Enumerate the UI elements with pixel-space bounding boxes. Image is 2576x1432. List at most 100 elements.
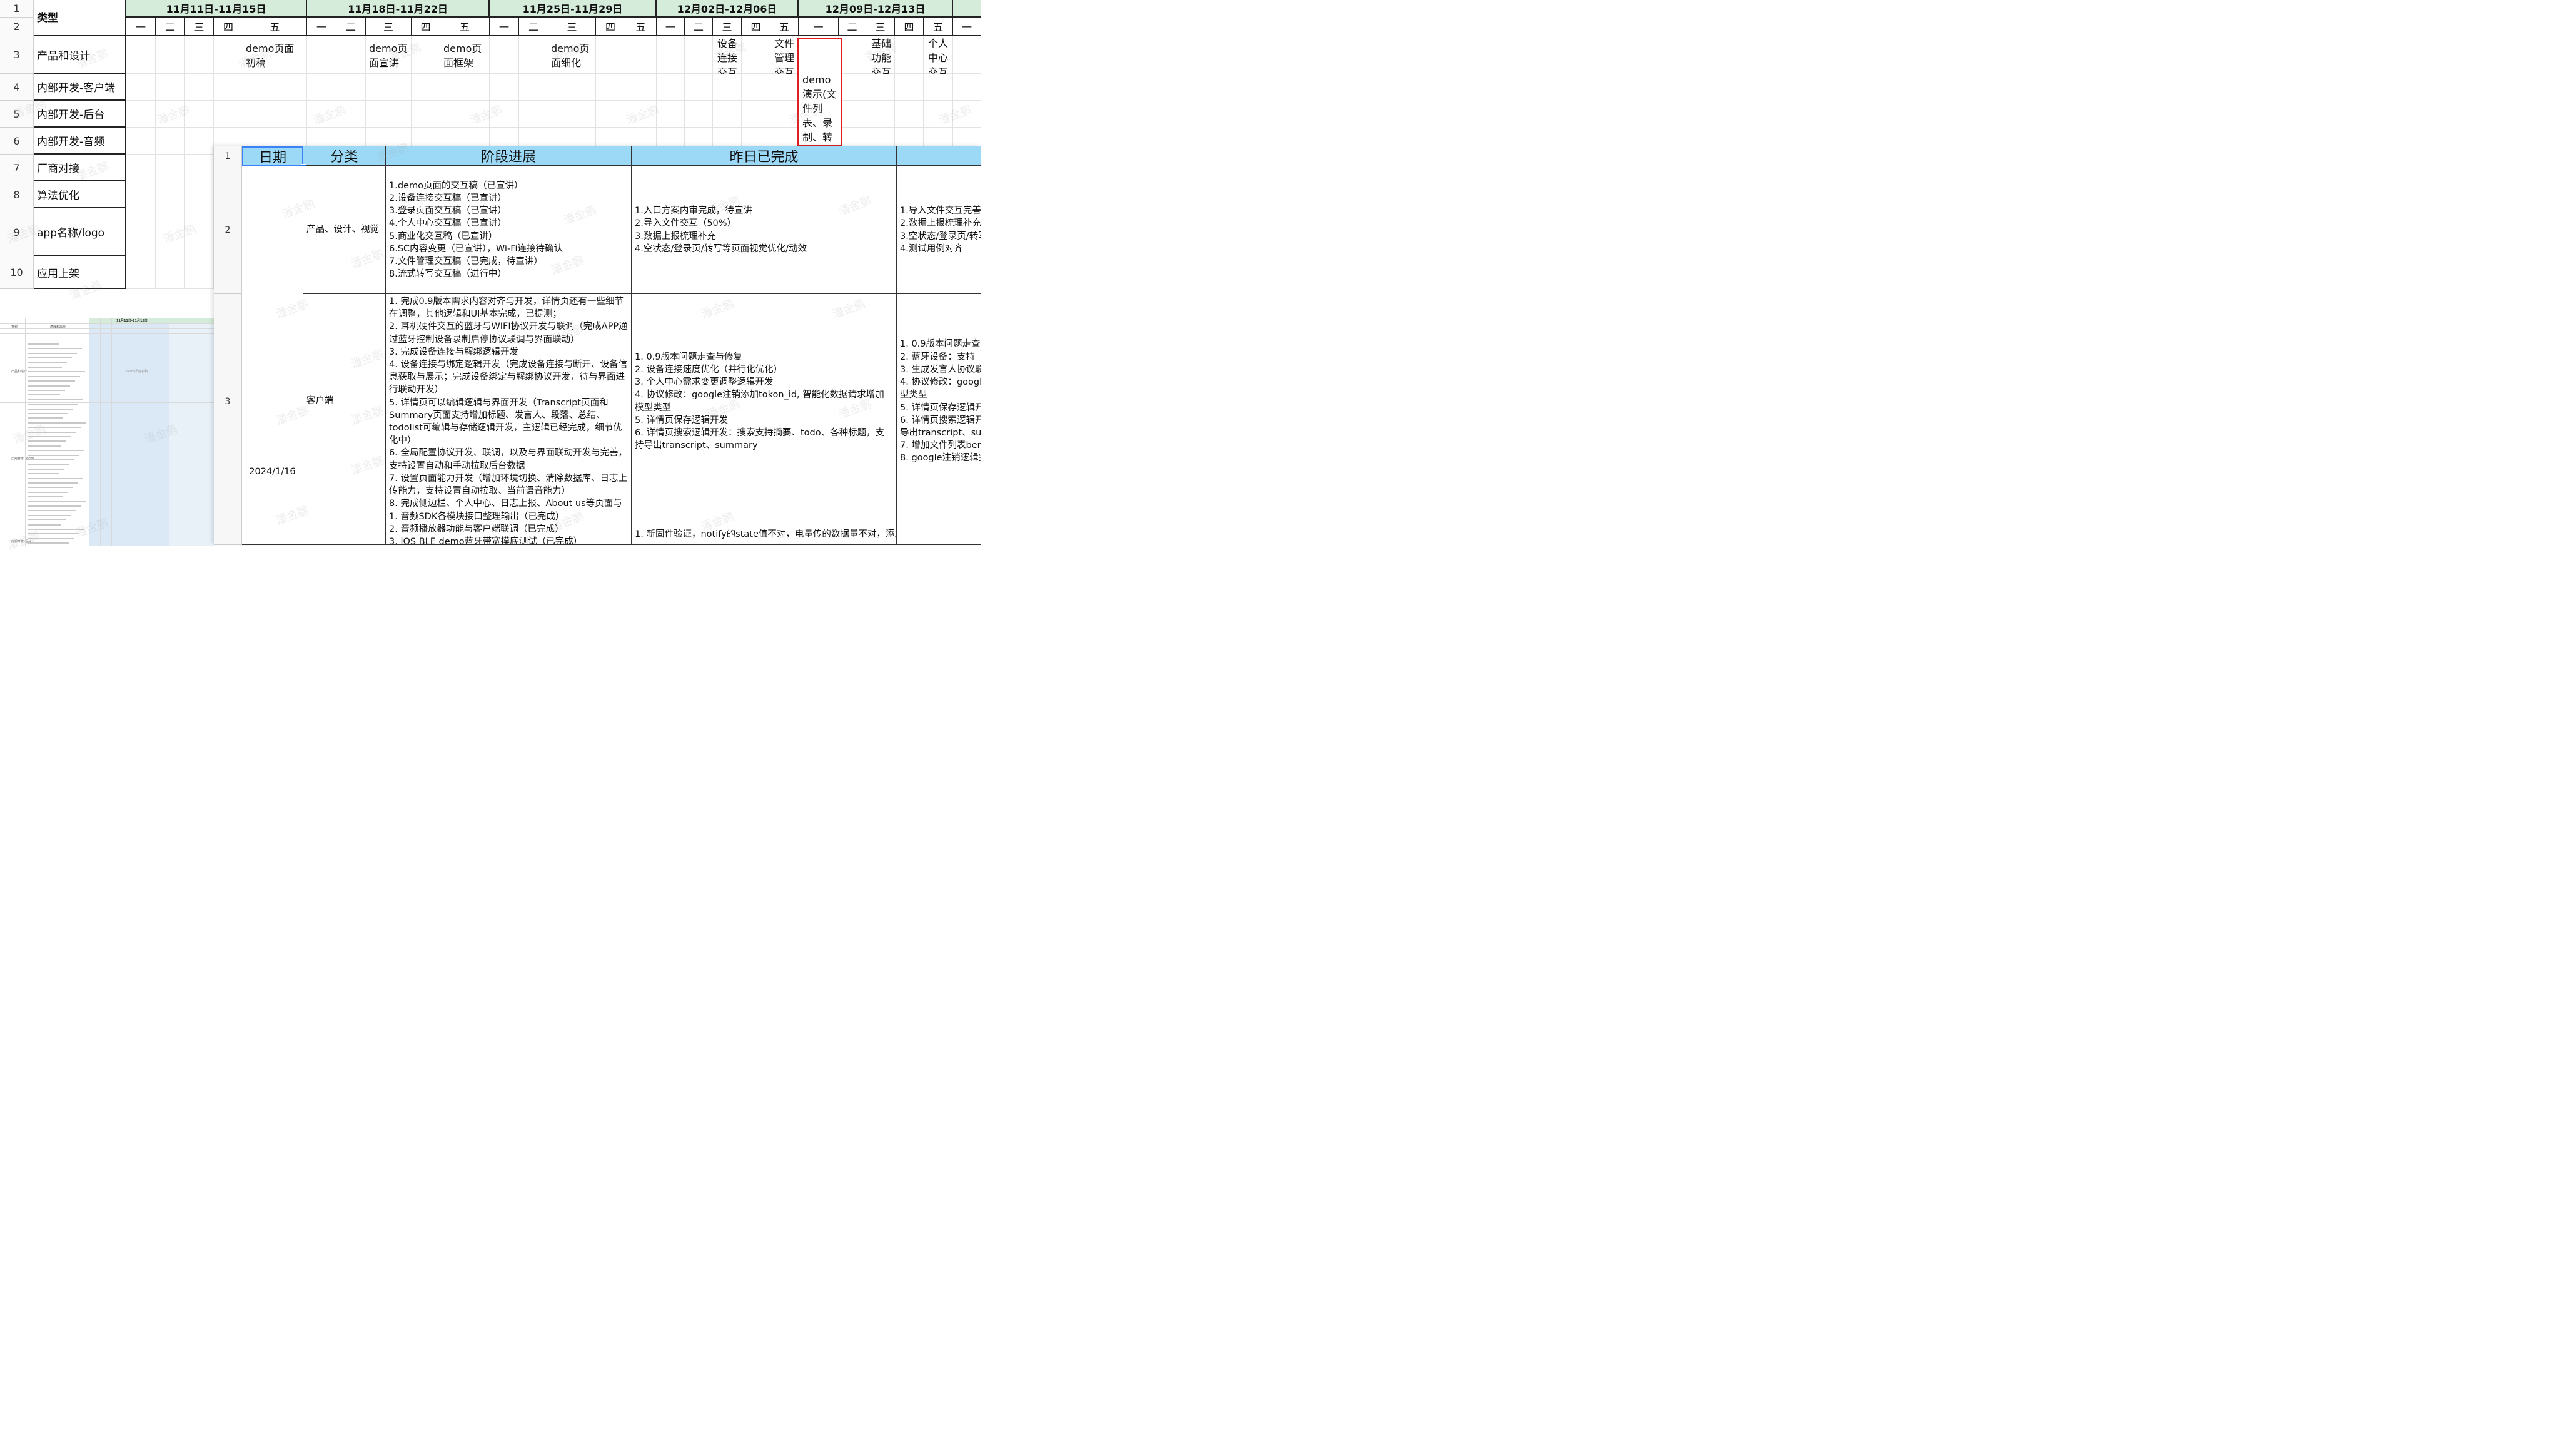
day-header[interactable]: 二 xyxy=(685,18,713,36)
category-cell[interactable]: 内部开发-客户端 xyxy=(34,74,126,101)
thumb-text-line xyxy=(28,510,76,512)
day-header[interactable]: 五 xyxy=(440,18,490,36)
list-line: 5. 详情页保存逻辑开 xyxy=(900,402,981,413)
week-header[interactable]: 11月11日-11月15日 xyxy=(126,0,307,18)
row-header[interactable]: 7 xyxy=(0,155,34,181)
day-header[interactable]: 三 xyxy=(866,18,895,36)
header-date[interactable]: 日期 xyxy=(242,146,303,166)
task-note[interactable]: 个人中心交互 xyxy=(928,36,951,74)
row-header[interactable]: 4 xyxy=(0,74,34,101)
row-header[interactable]: 10 xyxy=(0,256,34,289)
category-cell[interactable]: 产品和设计 xyxy=(34,36,126,74)
list-line: 7.文件管理交互稿（已完成，待宣讲） xyxy=(389,256,543,267)
yesterday-cell[interactable]: 1. 0.9版本问题走查与修复 2. 设备连接速度优化（并行化优化） 3. 个人中心… xyxy=(632,294,897,509)
category-cell[interactable]: 产品、设计、视觉 xyxy=(303,166,386,294)
week-header-partial[interactable] xyxy=(953,0,981,18)
category-cell[interactable] xyxy=(303,509,386,545)
day-header[interactable]: 二 xyxy=(156,18,185,36)
day-header[interactable]: 一 xyxy=(126,18,156,36)
day-header[interactable]: 四 xyxy=(742,18,770,36)
row-header[interactable]: 6 xyxy=(0,128,34,155)
header-yesterday[interactable]: 昨日已完成 xyxy=(632,146,897,166)
thumb-text-line xyxy=(28,348,82,350)
sheet-thumbnail[interactable]: 11月11日-11月15日 类型 进展和风险 产品和设计 内部开发-客户端 内部… xyxy=(0,318,214,546)
thumb-text-line xyxy=(28,380,75,382)
day-header[interactable]: 三 xyxy=(548,18,596,36)
progress-cell[interactable]: 1. 完成0.9版本需求内容对齐与开发，详情页还有一些细节在调整，其他逻辑和UI… xyxy=(386,294,632,509)
progress-cell[interactable]: 1. 音频SDK各模块接口整理输出（已完成） 2. 音频播放器功能与客户端联调（已… xyxy=(386,509,632,545)
thumb-grid-line xyxy=(0,323,214,324)
list-line: 2.导入文件交互（50%） xyxy=(635,218,737,229)
task-note[interactable]: demo页面细化 xyxy=(551,41,590,71)
category-cell[interactable]: 厂商对接 xyxy=(34,155,126,181)
row-header[interactable]: 2 xyxy=(214,166,242,294)
header-next[interactable] xyxy=(897,146,981,166)
day-header[interactable]: 五 xyxy=(243,18,307,36)
task-note[interactable]: 文件管理交互 xyxy=(774,36,797,74)
row-header[interactable]: 9 xyxy=(0,208,34,256)
type-header[interactable]: 类型 xyxy=(34,0,126,36)
day-header[interactable]: 五 xyxy=(770,18,799,36)
day-header[interactable]: 三 xyxy=(366,18,412,36)
day-header[interactable]: 二 xyxy=(519,18,548,36)
day-header[interactable]: 四 xyxy=(596,18,625,36)
thumb-text-line xyxy=(28,399,83,400)
header-progress[interactable]: 阶段进展 xyxy=(386,146,632,166)
day-header[interactable]: 二 xyxy=(839,18,866,36)
row-header[interactable]: 3 xyxy=(0,36,34,74)
day-header[interactable]: 五 xyxy=(625,18,657,36)
list-line: 4.个人中心交互稿（已宣讲） xyxy=(389,218,507,229)
row-header[interactable]: 1 xyxy=(214,146,242,166)
task-note[interactable]: 基础功能交互 xyxy=(871,36,894,74)
row-header[interactable]: 3 xyxy=(214,294,242,509)
category-cell[interactable]: 客户端 xyxy=(303,294,386,509)
progress-cell[interactable]: 1.demo页面的交互稿（已宣讲） 2.设备连接交互稿（已宣讲） 3.登录页面交互稿… xyxy=(386,166,632,294)
row-header[interactable]: 1 xyxy=(0,0,34,18)
list-line: 1. 0.9版本问题走查与修复 xyxy=(635,352,743,362)
next-cell[interactable] xyxy=(897,509,981,545)
day-header[interactable]: 四 xyxy=(214,18,243,36)
day-header[interactable]: 四 xyxy=(412,18,440,36)
yesterday-cell[interactable]: 1. 新固件验证，notify的state值不对，电量传的数据量不对，添加 xyxy=(632,509,897,545)
row-header[interactable]: 2 xyxy=(0,18,34,36)
thumb-week-header xyxy=(169,318,214,323)
day-header[interactable]: 一 xyxy=(953,18,981,36)
week-header[interactable]: 11月25日-11月29日 xyxy=(490,0,657,18)
week-header[interactable]: 12月09日-12月13日 xyxy=(799,0,953,18)
task-note[interactable]: 设备连接交互 xyxy=(717,36,740,74)
day-header[interactable]: 三 xyxy=(713,18,742,36)
task-note[interactable]: demo页面框架 xyxy=(443,41,482,71)
row-header[interactable]: 8 xyxy=(0,181,34,208)
day-header[interactable]: 一 xyxy=(307,18,336,36)
category-cell[interactable]: 算法优化 xyxy=(34,181,126,208)
task-note[interactable]: demo页面初稿 xyxy=(246,41,303,71)
list-line: 3. 生成发言人协议联 xyxy=(900,364,981,375)
header-category[interactable]: 分类 xyxy=(303,146,386,166)
date-cell[interactable]: 2024/1/16 xyxy=(242,166,303,545)
day-header[interactable]: 一 xyxy=(799,18,839,36)
day-header[interactable]: 二 xyxy=(336,18,366,36)
list-line: 1. 音频SDK各模块接口整理输出（已完成） xyxy=(389,512,565,522)
category-cell[interactable]: 内部开发-后台 xyxy=(34,101,126,128)
thumb-text-line xyxy=(28,487,73,489)
thumb-grid-line xyxy=(25,318,26,546)
day-header[interactable]: 一 xyxy=(490,18,519,36)
row-header[interactable]: 5 xyxy=(0,101,34,128)
day-header[interactable]: 三 xyxy=(185,18,214,36)
yesterday-cell[interactable]: 1.入口方案内审完成，待宣讲 2.导入文件交互（50%） 3.数据上报梳理补充 4.空… xyxy=(632,166,897,294)
next-cell[interactable]: 1.导入文件交互完善 2.数据上报梳理补充 3.空状态/登录页/转写 4.测试用例对齐 xyxy=(897,166,981,294)
category-cell[interactable]: app名称/logo xyxy=(34,208,126,256)
day-header[interactable]: 五 xyxy=(924,18,953,36)
category-cell[interactable]: 内部开发-音频 xyxy=(34,128,126,155)
thumb-text-line xyxy=(28,352,77,354)
week-header[interactable]: 12月02日-12月06日 xyxy=(657,0,799,18)
selected-task-cell[interactable]: demo演示(文件列表、录制、转写) xyxy=(797,38,842,146)
category-cell[interactable]: 应用上架 xyxy=(34,256,126,289)
thumb-text-line xyxy=(28,436,71,437)
day-header[interactable]: 四 xyxy=(895,18,924,36)
day-header[interactable]: 一 xyxy=(657,18,685,36)
row-header[interactable] xyxy=(214,509,242,545)
task-note[interactable]: demo页面宣讲 xyxy=(369,41,408,71)
next-cell[interactable]: 1. 0.9版本问题走查与 2. 蓝牙设备：支持 3. 生成发言人协议联 4. 协议修… xyxy=(897,294,981,509)
week-header[interactable]: 11月18日-11月22日 xyxy=(307,0,490,18)
